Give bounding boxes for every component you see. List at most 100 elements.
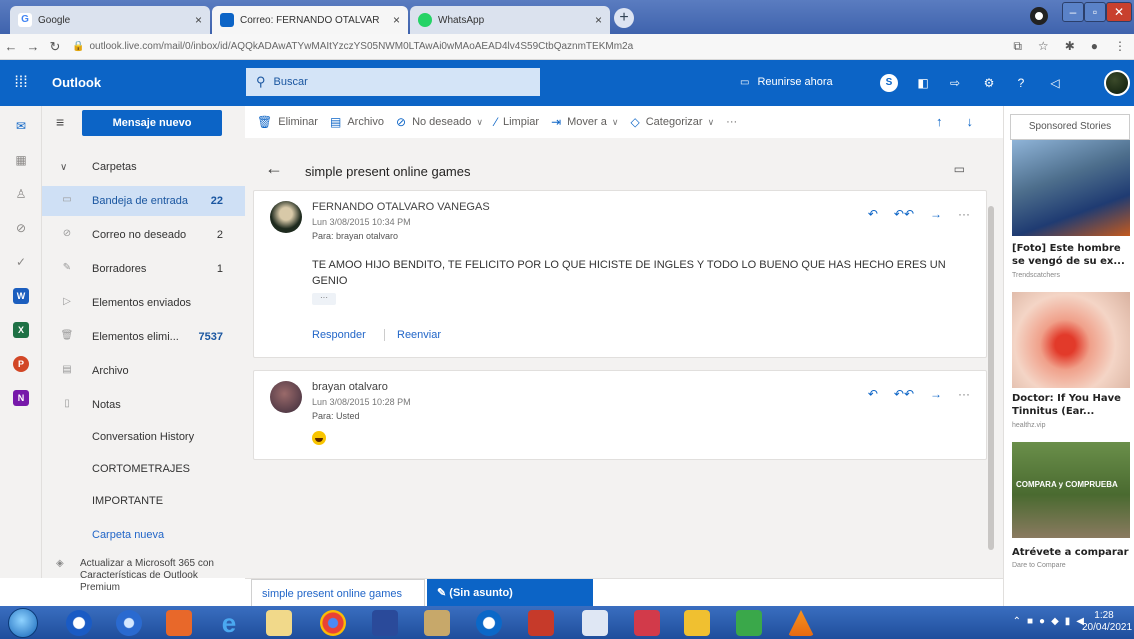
explorer-icon[interactable]	[266, 610, 292, 636]
close-window-button[interactable]: ✕	[1106, 2, 1132, 22]
search-box[interactable]: ⚲ Buscar	[246, 68, 540, 96]
new-tab-button[interactable]: +	[614, 8, 634, 28]
tray-icon[interactable]: ◆	[1051, 616, 1059, 627]
vlc-icon[interactable]	[788, 610, 814, 636]
url-field[interactable]: 🔒 outlook.live.com/mail/0/inbox/id/AQQkAD…	[72, 41, 952, 52]
calendar-icon[interactable]: ▦	[13, 152, 29, 168]
more-icon[interactable]: ···	[958, 387, 970, 401]
close-icon[interactable]: ×	[595, 13, 602, 27]
message-card[interactable]: FERNANDO OTALVARO VANEGAS Lun 3/08/2015 …	[253, 190, 987, 358]
chrome-icon[interactable]	[320, 610, 346, 636]
word-icon[interactable]: W	[13, 288, 29, 304]
powerpoint-icon[interactable]: P	[13, 356, 29, 372]
attachment-icon[interactable]: ⊘	[13, 220, 29, 236]
app-icon[interactable]	[736, 610, 762, 636]
more-icon[interactable]: ···	[958, 207, 970, 221]
onenote-icon[interactable]: N	[13, 390, 29, 406]
reply-button[interactable]: Responder	[312, 329, 366, 341]
arrow-down-icon[interactable]: ↓	[967, 114, 974, 129]
app-icon[interactable]	[528, 610, 554, 636]
people-icon[interactable]: ♙	[13, 186, 29, 202]
office-icon[interactable]	[166, 610, 192, 636]
sidebar-item-drafts[interactable]: ✎ Borradores 1	[42, 254, 245, 284]
categorize-button[interactable]: ◇ Categorizar ∨	[630, 115, 714, 129]
tray-icon[interactable]: ●	[1039, 616, 1045, 627]
sidebar-item-importante[interactable]: IMPORTANTE	[42, 486, 245, 516]
extensions-icon[interactable]: ✱	[1065, 39, 1075, 54]
upgrade-premium-link[interactable]: ◈ Actualizar a Microsoft 365 con Caracte…	[56, 558, 236, 594]
gear-icon[interactable]: ⚙	[980, 74, 998, 92]
sidebar-item-notes[interactable]: ▯ Notas	[42, 390, 245, 420]
start-button[interactable]	[8, 608, 38, 638]
maximize-button[interactable]: ▫	[1084, 2, 1106, 22]
junk-button[interactable]: ⊘ No deseado ∨	[396, 115, 483, 129]
menu-icon[interactable]: ⋮	[1114, 39, 1126, 54]
show-quoted-button[interactable]: ···	[312, 293, 336, 305]
hamburger-icon[interactable]: ≡	[56, 114, 64, 130]
forward-icon[interactable]: →	[930, 207, 942, 221]
reply-icon[interactable]: ↶	[868, 387, 878, 401]
help-icon[interactable]: ?	[1012, 74, 1030, 92]
ad-image[interactable]	[1012, 140, 1130, 236]
sidebar-item-deleted[interactable]: 🗑 Elementos elimi... 7537	[42, 322, 245, 352]
network-icon[interactable]: ▮	[1065, 616, 1071, 627]
folders-header[interactable]: ∨ Carpetas	[42, 156, 245, 180]
skype-icon[interactable]: S	[880, 74, 898, 92]
star-icon[interactable]: ☆	[1038, 39, 1049, 54]
tab-whatsapp[interactable]: WhatsApp ×	[410, 6, 610, 34]
ad-title[interactable]: Doctor: If You Have Tinnitus (Ear...	[1012, 392, 1132, 418]
forward-icon[interactable]: →	[22, 39, 44, 54]
app-name[interactable]: Outlook	[52, 75, 101, 90]
forward-icon[interactable]: →	[930, 387, 942, 401]
ie-icon[interactable]: e	[216, 610, 242, 636]
archive-button[interactable]: ▤ Archivo	[330, 115, 384, 129]
draft-tab[interactable]: simple present online games	[251, 579, 425, 607]
sidebar-item-conversation-history[interactable]: Conversation History	[42, 422, 245, 452]
sidebar-item-cortometrajes[interactable]: CORTOMETRAJES	[42, 454, 245, 484]
excel-icon[interactable]: X	[13, 322, 29, 338]
app-icon[interactable]	[634, 610, 660, 636]
app-launcher-icon[interactable]: ⁞⁞⁞	[0, 60, 42, 106]
app-icon[interactable]	[116, 610, 142, 636]
app-icon[interactable]	[424, 610, 450, 636]
forward-button[interactable]: Reenviar	[384, 329, 441, 341]
arrow-up-icon[interactable]: ↑	[936, 114, 943, 129]
sidebar-item-inbox[interactable]: ▭ Bandeja de entrada 22	[42, 186, 245, 216]
sweep-button[interactable]: ⁄ Limpiar	[495, 115, 539, 129]
tab-google[interactable]: G Google ×	[10, 6, 210, 34]
back-icon[interactable]: ←	[0, 39, 22, 54]
sidebar-item-sent[interactable]: ▷ Elementos enviados	[42, 288, 245, 318]
sidebar-item-archive[interactable]: ▤ Archivo	[42, 356, 245, 386]
back-arrow-icon[interactable]: ←	[265, 158, 283, 179]
clock[interactable]: 1:28 20/04/2021	[1082, 610, 1132, 634]
sidebar-item-junk[interactable]: ⊘ Correo no deseado 2	[42, 220, 245, 250]
teams-icon[interactable]: ◧	[914, 74, 932, 92]
profile-icon[interactable]	[1030, 7, 1048, 25]
account-icon[interactable]: ●	[1091, 39, 1098, 54]
expand-icon[interactable]: ▭	[954, 162, 965, 176]
reply-all-icon[interactable]: ↶↶	[894, 207, 914, 221]
meet-now-button[interactable]: ▭ Reunirse ahora	[740, 76, 833, 88]
ad-title[interactable]: Atrévete a comparar	[1012, 546, 1132, 559]
new-folder-link[interactable]: Carpeta nueva	[42, 520, 245, 550]
reply-all-icon[interactable]: ↶↶	[894, 387, 914, 401]
draft-tab-active[interactable]: ✎ (Sin asunto)	[427, 579, 593, 607]
move-to-button[interactable]: ⇥ Mover a ∨	[551, 115, 618, 129]
translate-icon[interactable]: ⧉	[1013, 39, 1022, 54]
ad-image[interactable]: COMPARA y COMPRUEBA	[1012, 442, 1130, 538]
more-actions-button[interactable]: ···	[726, 116, 737, 128]
tray-icon[interactable]: ■	[1027, 616, 1033, 627]
avatar[interactable]	[1104, 70, 1130, 96]
new-message-button[interactable]: Mensaje nuevo	[82, 110, 222, 136]
tab-outlook[interactable]: Correo: FERNANDO OTALVARO ×	[212, 6, 408, 34]
message-card[interactable]: brayan otalvaro Lun 3/08/2015 10:28 PM P…	[253, 370, 987, 460]
megaphone-icon[interactable]: ◁	[1046, 74, 1064, 92]
minimize-button[interactable]: –	[1062, 2, 1084, 22]
app-icon[interactable]	[582, 610, 608, 636]
todo-icon[interactable]: ✓	[13, 254, 29, 270]
teamviewer-icon[interactable]	[66, 610, 92, 636]
teamviewer-icon[interactable]	[476, 610, 502, 636]
tray-arrow-icon[interactable]: ⌃	[1013, 616, 1021, 627]
app-icon[interactable]	[684, 610, 710, 636]
close-icon[interactable]: ×	[195, 13, 202, 27]
